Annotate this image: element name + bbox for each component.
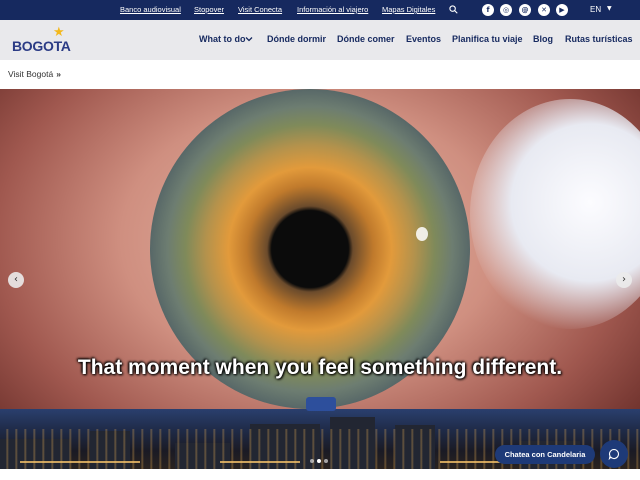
nav-item-eventos[interactable]: Eventos (406, 34, 441, 44)
logo-text: BOGOTA (12, 38, 71, 54)
nav-item-rutas[interactable]: Rutas turísticas (565, 34, 633, 44)
breadcrumb-home[interactable]: Visit Bogotá (8, 69, 53, 79)
chat-label-button[interactable]: Chatea con Candelaria (495, 445, 595, 464)
threads-icon[interactable]: @ (519, 4, 531, 16)
link-mapas-digitales[interactable]: Mapas Digitales (382, 5, 435, 14)
eye-reflection (416, 227, 428, 241)
nav-item-blog[interactable]: Blog (533, 34, 553, 44)
hero-caption: That moment when you feel something diff… (77, 356, 563, 379)
link-banco-audiovisual[interactable]: Banco audiovisual (120, 5, 181, 14)
slider-dot[interactable] (310, 459, 314, 463)
link-visit-conecta[interactable]: Visit Conecta (238, 5, 282, 14)
instagram-icon[interactable]: ◎ (500, 4, 512, 16)
section-tab[interactable] (306, 397, 336, 411)
main-navbar: BOGOTA ★ What to do Dónde dormir Dónde c… (0, 20, 640, 60)
nav-item-what-to-do[interactable]: What to do (199, 34, 246, 44)
x-icon[interactable]: ✕ (538, 4, 550, 16)
nav-item-planifica[interactable]: Planifica tu viaje (452, 34, 523, 44)
nav-item-donde-comer[interactable]: Dónde comer (337, 34, 395, 44)
chat-bubble-icon (608, 448, 620, 460)
language-selector[interactable]: EN (590, 5, 601, 14)
breadcrumb-separator: » (56, 69, 61, 79)
eye-sclera (470, 99, 640, 329)
slider-prev-button[interactable]: ‹ (8, 272, 24, 288)
slider-next-button[interactable]: › (616, 272, 632, 288)
slider-dot-active[interactable] (317, 459, 321, 463)
link-stopover[interactable]: Stopover (194, 5, 224, 14)
slider-dot[interactable] (324, 459, 328, 463)
bogota-logo[interactable]: BOGOTA ★ (12, 25, 74, 56)
chat-button[interactable] (600, 440, 628, 468)
link-informacion-viajero[interactable]: Información al viajero (297, 5, 368, 14)
nav-item-donde-dormir[interactable]: Dónde dormir (267, 34, 326, 44)
hero-slider: That moment when you feel something diff… (0, 89, 640, 409)
search-icon[interactable] (449, 5, 458, 14)
chevron-down-icon[interactable] (245, 35, 253, 43)
top-utility-bar: Banco audiovisual Stopover Visit Conecta… (0, 0, 640, 20)
star-icon: ★ (53, 25, 65, 40)
breadcrumb: Visit Bogotá» (8, 69, 61, 79)
facebook-icon[interactable]: f (482, 4, 494, 16)
youtube-icon[interactable]: ▶ (556, 4, 568, 16)
caret-down-icon[interactable]: ▼ (607, 5, 612, 12)
